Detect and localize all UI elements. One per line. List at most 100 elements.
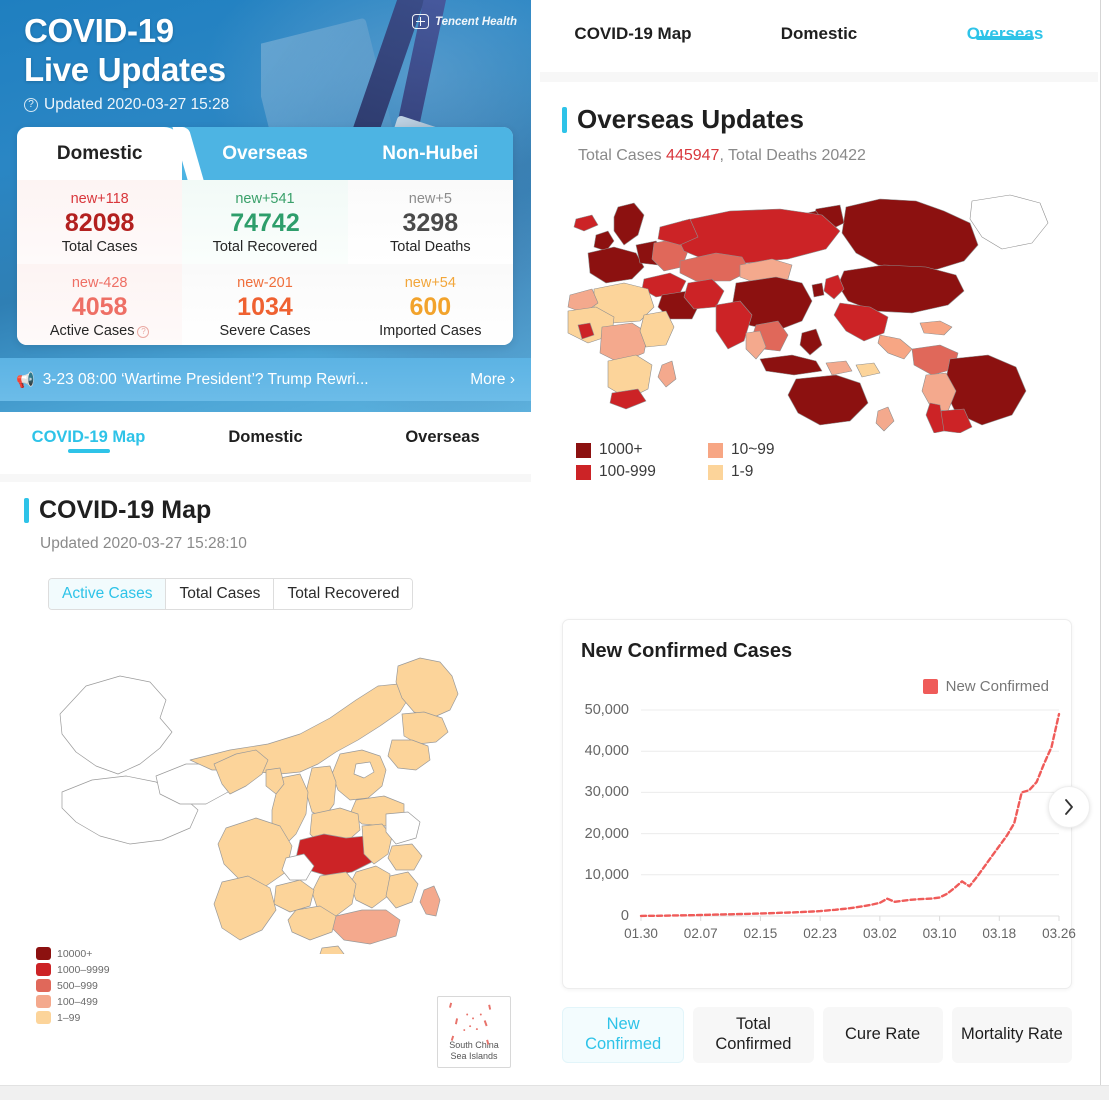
world-legend-row: 1000+ [576, 441, 686, 459]
stats-tab-domestic[interactable]: Domestic [17, 127, 183, 180]
overseas-deaths-value: 20422 [821, 147, 866, 164]
question-circle-icon[interactable]: ? [137, 325, 150, 338]
stat-label: Total Cases [19, 239, 180, 255]
chart-xtick-label: 03.10 [922, 926, 957, 941]
legend-label: 1000+ [599, 441, 643, 458]
chart-xtick-label: 02.23 [803, 926, 838, 941]
china-legend-row: 100–499 [36, 995, 110, 1008]
china-map-legend: 10000+ 1000–9999 500–999 100–499 1–99 [36, 947, 110, 1027]
overseas-cases-label: Total Cases [578, 147, 662, 164]
legend-label: 10000+ [57, 947, 93, 960]
left-tab-covid-map[interactable]: COVID-19 Map [0, 412, 177, 447]
legend-swatch-icon [36, 963, 51, 976]
right-tab-overseas[interactable]: Overseas [912, 0, 1098, 44]
chart-card: New Confirmed Cases New Confirmed 0 10,00… [562, 619, 1076, 989]
chart-button-new-confirmed[interactable]: New Confirmed [562, 1007, 685, 1063]
overseas-summary: Total Cases 445947, Total Deaths 20422 [562, 147, 1098, 165]
overseas-separator: , [719, 147, 724, 164]
china-section-updated: Updated 2020-03-27 15:28:10 [40, 535, 247, 552]
segment-total-cases[interactable]: Total Cases [166, 579, 275, 609]
stat-label-text: Total Recovered [212, 239, 318, 255]
chart-plot-area[interactable]: 0 10,000 20,000 30,000 40,000 50,000 01.30 02.0… [563, 698, 1076, 958]
legend-label: 100–499 [57, 995, 98, 1008]
news-headline[interactable]: 3-23 08:00 ‘Wartime President’? Trump Re… [43, 371, 463, 389]
legend-label: 1-9 [731, 463, 754, 480]
stat-delta: new-201 [237, 275, 293, 291]
footer-strip [0, 1085, 1109, 1100]
stat-cell-total-cases[interactable]: new+118 82098 Total Cases [17, 180, 183, 264]
chart-button-cure-rate[interactable]: Cure Rate [822, 1007, 943, 1063]
china-map[interactable]: 10000+ 1000–9999 500–999 100–499 1–99 So… [0, 614, 531, 1074]
chart-legend[interactable]: New Confirmed [922, 678, 1049, 695]
next-chart-button[interactable] [1048, 786, 1090, 828]
stat-label-text: Severe Cases [219, 323, 311, 339]
question-circle-icon[interactable]: ? [24, 98, 38, 112]
chart-xtick-label: 01.30 [624, 926, 658, 941]
stat-cell-total-recovered[interactable]: new+541 74742 Total Recovered [182, 180, 348, 264]
chart-series-new-confirmed[interactable] [639, 712, 1061, 918]
chart-xtick-label: 03.02 [862, 926, 897, 941]
china-metric-segment-group: Active Cases Total Cases Total Recovered [48, 578, 414, 610]
app-root: COVID-19 Live Updates ? Updated 2020-03-… [0, 0, 1109, 1100]
south-china-sea-inset: South China Sea Islands [437, 996, 511, 1068]
overseas-deaths-label: Total Deaths [728, 147, 817, 164]
stats-tab-overseas[interactable]: Overseas [182, 127, 348, 180]
segment-active-cases[interactable]: Active Cases [49, 579, 167, 609]
stat-value: 82098 [64, 209, 135, 237]
chart-ytick-label: 10,000 [584, 866, 629, 883]
world-map[interactable] [540, 183, 1098, 434]
stat-label-text: Imported Cases [379, 323, 482, 339]
legend-label: 10~99 [731, 441, 775, 458]
stat-value: 74742 [230, 209, 300, 237]
stat-cell-active-cases[interactable]: new-428 4058 Active Cases? [17, 264, 183, 345]
right-tab-bar: COVID-19 Map Domestic Overseas [540, 0, 1098, 72]
right-tab-covid-map[interactable]: COVID-19 Map [540, 0, 726, 44]
right-tab-domestic[interactable]: Domestic [726, 0, 912, 44]
world-map-svg[interactable] [540, 183, 1098, 434]
megaphone-icon: 📢 [16, 371, 35, 389]
brand-tencent-health: Tencent Health [411, 14, 517, 29]
stat-label-text: Active Cases [49, 323, 135, 339]
overseas-title-row: Overseas Updates [562, 104, 1098, 135]
overseas-header: Overseas Updates Total Cases 445947, Tot… [540, 82, 1098, 165]
hero-updated-label: Updated 2020-03-27 15:28 [44, 96, 230, 113]
chart-ytick-label: 20,000 [584, 825, 629, 842]
legend-swatch-icon [576, 464, 591, 480]
left-tab-domestic[interactable]: Domestic [177, 412, 354, 447]
right-panel: COVID-19 Map Domestic Overseas Overseas … [540, 0, 1098, 1085]
legend-swatch-icon [36, 947, 51, 960]
world-legend-row: 10~99 [708, 441, 840, 459]
stats-grid: new+118 82098 Total Cases new+541 74742 Total… [17, 180, 513, 345]
china-map-svg[interactable] [0, 614, 531, 959]
news-more-link[interactable]: More › [470, 371, 515, 389]
news-ticker[interactable]: 📢 3-23 08:00 ‘Wartime President’? Trump … [0, 358, 531, 401]
stat-cell-severe-cases[interactable]: new-201 1034 Severe Cases [182, 264, 348, 345]
left-tab-overseas[interactable]: Overseas [354, 412, 531, 447]
stats-card: Domestic Overseas Non-Hubei new+118 82098… [17, 127, 513, 345]
stat-delta: new+5 [408, 191, 452, 207]
chart-button-mortality-rate[interactable]: Mortality Rate [951, 1007, 1072, 1063]
stat-delta: new-428 [71, 275, 128, 291]
chart-button-total-confirmed[interactable]: Total Confirmed [693, 1007, 814, 1063]
south-china-sea-dots [448, 1002, 492, 1045]
legend-label: 1–99 [57, 1011, 81, 1024]
hero-banner: COVID-19 Live Updates ? Updated 2020-03-… [0, 0, 531, 412]
chart-title: New Confirmed Cases [581, 640, 793, 662]
world-legend-row: 1-9 [708, 463, 840, 481]
legend-swatch-icon [36, 995, 51, 1008]
left-divider [0, 474, 531, 482]
left-panel: COVID-19 Live Updates ? Updated 2020-03-… [0, 0, 531, 1085]
brand-label: Tencent Health [434, 15, 517, 28]
segment-total-recovered[interactable]: Total Recovered [274, 579, 413, 609]
overseas-cases-value: 445947 [666, 147, 720, 164]
chart-ytick-label: 0 [620, 908, 629, 924]
legend-label-new-confirmed: New Confirmed [945, 678, 1049, 695]
stat-cell-total-deaths[interactable]: new+5 3298 Total Deaths [347, 180, 513, 264]
right-divider [540, 72, 1098, 82]
stat-cell-imported-cases[interactable]: new+54 600 Imported Cases [347, 264, 513, 345]
stats-tab-non-hubei[interactable]: Non-Hubei [347, 127, 513, 180]
china-legend-row: 500–999 [36, 979, 110, 992]
accent-bar [562, 106, 567, 133]
legend-swatch-icon [576, 442, 591, 458]
legend-swatch-icon [708, 442, 723, 458]
